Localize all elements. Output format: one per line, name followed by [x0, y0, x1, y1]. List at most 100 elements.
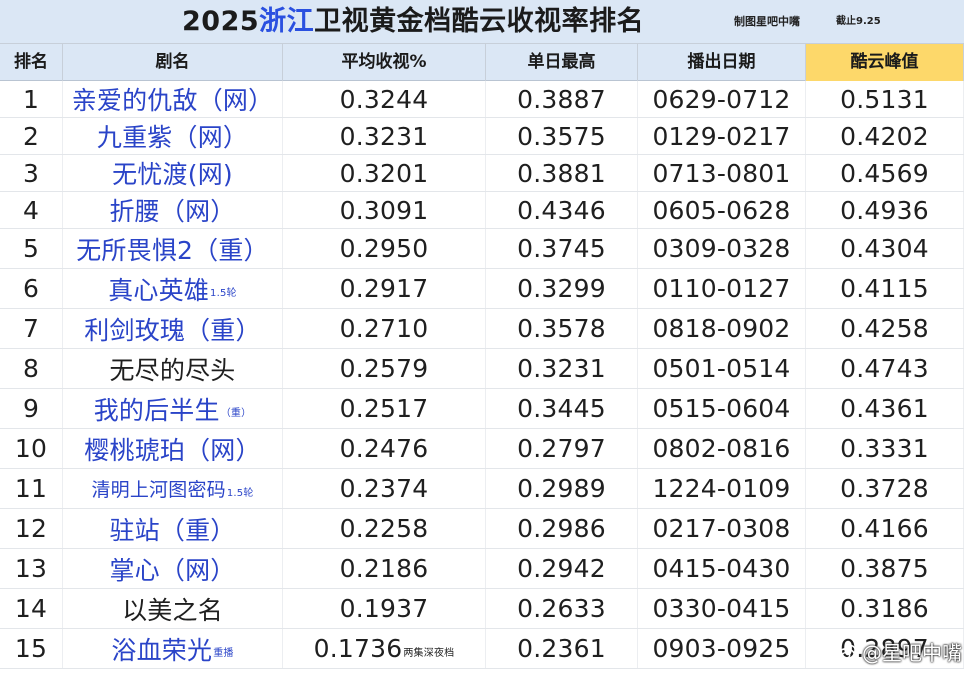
cell-avg: 0.2950: [283, 229, 486, 268]
cell-date: 0629-0712: [638, 81, 806, 117]
avg-value: 0.3244: [339, 84, 429, 114]
show-title: 清明上河图密码: [91, 479, 226, 501]
title-highlight: 浙江: [259, 6, 315, 37]
cell-name: 九重紫（网）: [63, 118, 283, 154]
cell-name: 我的后半生 （重）: [63, 389, 283, 428]
cell-rank: 2: [0, 118, 63, 154]
cell-avg: 0.2517: [283, 389, 486, 428]
cutoff-label: 截止9.25: [836, 16, 881, 27]
cell-max: 0.2633: [486, 589, 638, 628]
cell-peak: 0.5131: [806, 81, 964, 117]
cell-avg: 0.3091: [283, 192, 486, 228]
cell-name: 利剑玫瑰（重）: [63, 309, 283, 348]
avg-value: 0.3091: [339, 195, 429, 225]
table-row: 3 无忧渡(网) 0.3201 0.3881 0713-0801 0.4569: [0, 155, 964, 192]
cell-rank: 7: [0, 309, 63, 348]
cell-name: 清明上河图密码 1.5轮: [63, 469, 283, 508]
cell-rank: 12: [0, 509, 63, 548]
cell-max: 0.4346: [486, 192, 638, 228]
cell-avg: 0.2917: [283, 269, 486, 308]
show-note: （重）: [220, 408, 252, 419]
cell-date: 0217-0308: [638, 509, 806, 548]
watermark-text: @星吧中嘴: [862, 641, 962, 665]
cell-date: 0713-0801: [638, 155, 806, 191]
show-title: 亲爱的仇敌（网）: [71, 86, 274, 115]
cell-peak: 0.4569: [806, 155, 964, 191]
cell-peak: 0.4743: [806, 349, 964, 388]
watermark: @星吧中嘴: [836, 636, 962, 670]
table-row: 10 樱桃琥珀（网） 0.2476 0.2797 0802-0816 0.3331: [0, 429, 964, 469]
cell-date: 0515-0604: [638, 389, 806, 428]
cell-date: 0605-0628: [638, 192, 806, 228]
table-row: 9 我的后半生 （重） 0.2517 0.3445 0515-0604 0.4361: [0, 389, 964, 429]
cell-peak: 0.4936: [806, 192, 964, 228]
avg-value: 0.1736: [313, 634, 403, 663]
header-name: 剧名: [63, 44, 283, 81]
table-row: 13 掌心（网） 0.2186 0.2942 0415-0430 0.3875: [0, 549, 964, 589]
cell-date: 0129-0217: [638, 118, 806, 154]
cell-rank: 1: [0, 81, 63, 117]
table-row: 2 九重紫（网） 0.3231 0.3575 0129-0217 0.4202: [0, 118, 964, 155]
table-row: 15 浴血荣光 重播 0.1736 两集深夜档 0.2361 0903-0925 0.2897: [0, 629, 964, 669]
ratings-sheet: 2025浙江卫视黄金档酷云收视率排名 制图星吧中嘴 截止9.25 排名 剧名 平…: [0, 0, 964, 676]
cell-max: 0.2797: [486, 429, 638, 468]
show-title: 樱桃琥珀（网）: [84, 435, 261, 465]
cell-peak: 0.4115: [806, 269, 964, 308]
credit-label: 制图星吧中嘴: [734, 15, 800, 28]
cell-rank: 13: [0, 549, 63, 588]
cell-avg: 0.2374: [283, 469, 486, 508]
avg-value: 0.2186: [339, 554, 429, 583]
cell-date: 1224-0109: [638, 469, 806, 508]
cell-avg: 0.2476: [283, 429, 486, 468]
cell-name: 浴血荣光 重播: [63, 629, 283, 668]
table-body: 1 亲爱的仇敌（网） 0.3244 0.3887 0629-0712 0.5131 2 九重紫…: [0, 81, 964, 669]
cell-max: 0.3887: [486, 81, 638, 117]
cell-max: 0.3445: [486, 389, 638, 428]
show-title: 以美之名: [122, 595, 223, 625]
avg-value: 0.2710: [339, 314, 429, 343]
cell-peak: 0.3728: [806, 469, 964, 508]
cell-rank: 10: [0, 429, 63, 468]
table-row: 5 无所畏惧2（重） 0.2950 0.3745 0309-0328 0.4304: [0, 229, 964, 269]
cell-rank: 6: [0, 269, 63, 308]
cell-rank: 14: [0, 589, 63, 628]
show-title: 无所畏惧2（重）: [76, 235, 269, 265]
cell-max: 0.2986: [486, 509, 638, 548]
table-row: 11 清明上河图密码 1.5轮 0.2374 0.2989 1224-0109 0.3728: [0, 469, 964, 509]
cell-avg: 0.2186: [283, 549, 486, 588]
cell-name: 折腰（网）: [63, 192, 283, 228]
cell-date: 0415-0430: [638, 549, 806, 588]
cell-max: 0.3575: [486, 118, 638, 154]
table-row: 6 真心英雄 1.5轮 0.2917 0.3299 0110-0127 0.4115: [0, 269, 964, 309]
cell-date: 0501-0514: [638, 349, 806, 388]
cell-name: 以美之名: [63, 589, 283, 628]
table-row: 4 折腰（网） 0.3091 0.4346 0605-0628 0.4936: [0, 192, 964, 229]
show-title: 浴血荣光: [111, 635, 213, 665]
cell-max: 0.3881: [486, 155, 638, 191]
header-date: 播出日期: [638, 44, 806, 81]
show-title: 折腰（网）: [109, 197, 236, 226]
cell-max: 0.2942: [486, 549, 638, 588]
cell-avg: 0.3201: [283, 155, 486, 191]
cell-avg: 0.3231: [283, 118, 486, 154]
title-row: 2025浙江卫视黄金档酷云收视率排名 制图星吧中嘴 截止9.25: [0, 0, 964, 44]
avg-value: 0.3231: [339, 121, 429, 151]
show-note: 1.5轮: [210, 288, 237, 299]
cell-name: 驻站（重）: [63, 509, 283, 548]
cell-peak: 0.3186: [806, 589, 964, 628]
cell-max: 0.3299: [486, 269, 638, 308]
cell-name: 亲爱的仇敌（网）: [63, 81, 283, 117]
table-row: 7 利剑玫瑰（重） 0.2710 0.3578 0818-0902 0.4258: [0, 309, 964, 349]
show-title: 利剑玫瑰（重）: [84, 315, 261, 345]
show-title: 掌心（网）: [109, 555, 236, 585]
avg-value: 0.1937: [339, 594, 429, 623]
cell-date: 0110-0127: [638, 269, 806, 308]
cell-avg: 0.1736 两集深夜档: [283, 629, 486, 668]
avg-value: 0.2579: [339, 354, 429, 383]
cell-rank: 15: [0, 629, 63, 668]
table-row: 8 无尽的尽头 0.2579 0.3231 0501-0514 0.4743: [0, 349, 964, 389]
cell-name: 真心英雄 1.5轮: [63, 269, 283, 308]
header-avg: 平均收视%: [283, 44, 486, 81]
cell-max: 0.3745: [486, 229, 638, 268]
avg-value: 0.2917: [339, 274, 429, 303]
